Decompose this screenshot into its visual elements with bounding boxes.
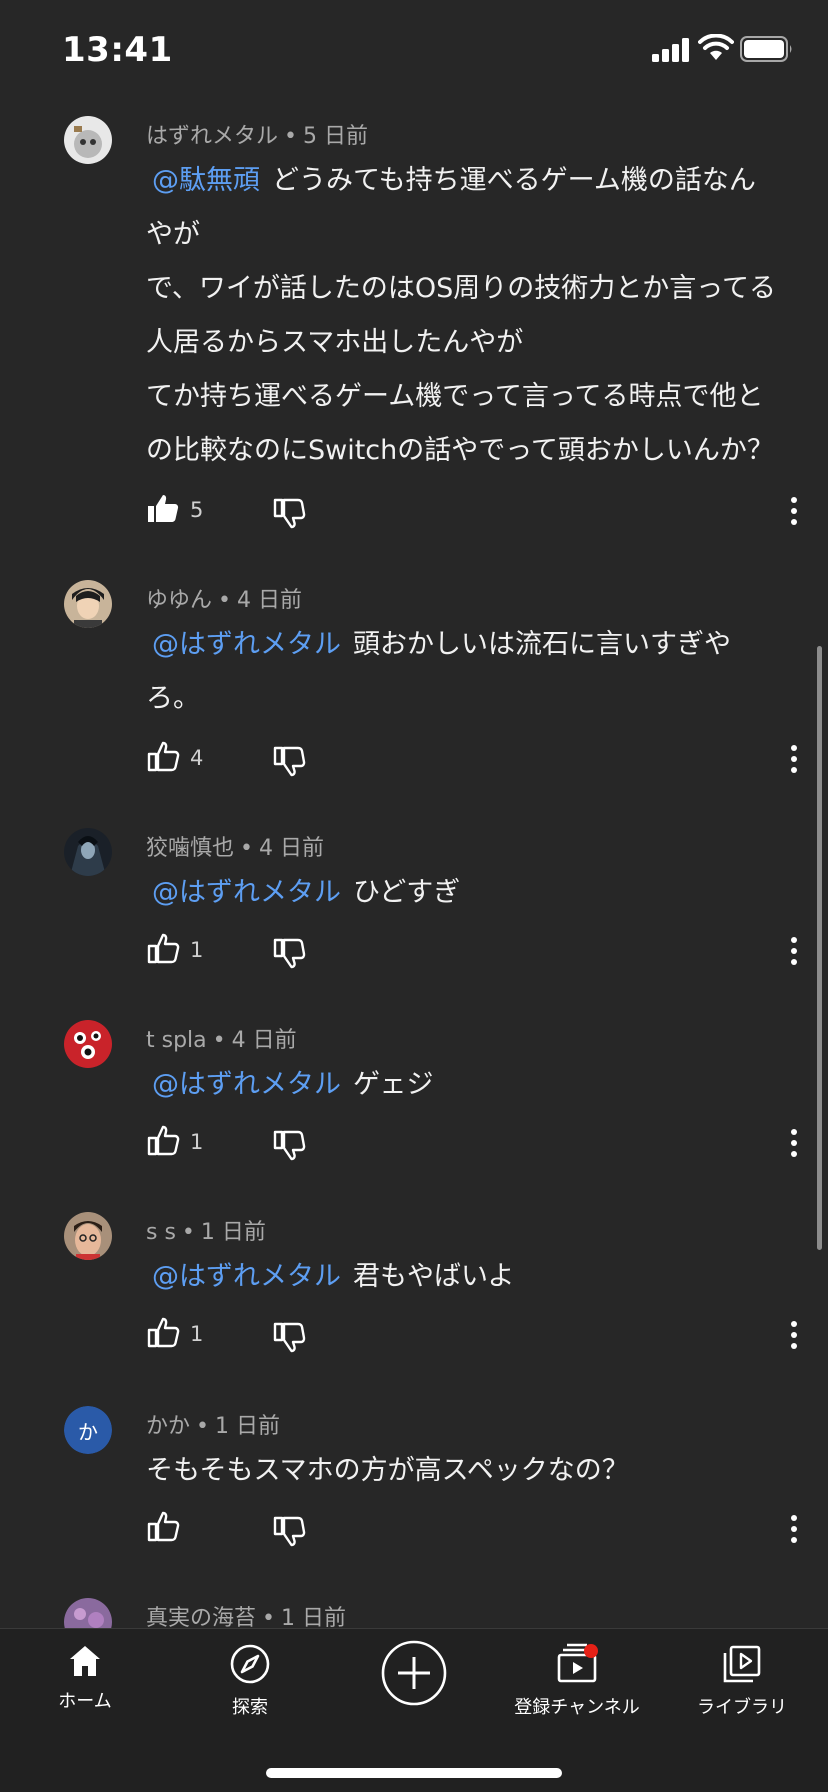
comment-text: @はずれメタル ひどすぎ <box>152 877 461 908</box>
nav-home-label: ホーム <box>58 1691 112 1712</box>
battery-icon <box>740 36 792 62</box>
thumbs-down-icon[interactable] <box>272 1514 306 1548</box>
avatar[interactable] <box>64 116 112 164</box>
mention-link[interactable]: @駄無頑 <box>152 165 260 196</box>
thumbs-down-icon[interactable] <box>272 1128 306 1162</box>
mention-link[interactable]: @はずれメタル <box>152 1261 341 1292</box>
comments-list[interactable]: はずれメタル • 5 日前 @駄無頑 どうみても持ち運べるゲーム機の話なん やが で、… <box>0 100 828 1628</box>
cellular-signal-icon <box>652 38 689 62</box>
thumbs-up-icon[interactable] <box>146 1510 180 1544</box>
like-count: 1 <box>190 1130 204 1154</box>
author-name[interactable]: 真実の海苔 <box>146 1606 256 1628</box>
comment-time: 4 日前 <box>231 1028 297 1053</box>
author-name[interactable]: かか <box>146 1414 190 1439</box>
nav-explore-label: 探索 <box>232 1697 268 1718</box>
comment-actions: 1 <box>146 932 806 972</box>
comment-text: @はずれメタル ゲェジ <box>152 1069 434 1100</box>
more-options-icon[interactable] <box>786 1512 802 1546</box>
more-options-icon[interactable] <box>786 742 802 776</box>
nav-explore[interactable]: 探索 <box>170 1643 330 1733</box>
comment-text: @駄無頑 どうみても持ち運べるゲーム機の話なん やが で、ワイが話したのはOS周り… <box>146 165 776 466</box>
like-count: 1 <box>190 938 204 962</box>
thumbs-up-filled-icon[interactable] <box>146 492 180 526</box>
comment-meta: t spla • 4 日前 <box>146 1028 297 1053</box>
author-name[interactable]: ゆゆん <box>146 588 212 613</box>
nav-subscriptions-label: 登録チャンネル <box>514 1697 640 1718</box>
comment-item: はずれメタル • 5 日前 @駄無頑 どうみても持ち運べるゲーム機の話なん やが で、… <box>0 100 828 560</box>
comment-time: 4 日前 <box>259 836 324 861</box>
home-indicator[interactable] <box>266 1768 562 1778</box>
create-button[interactable] <box>334 1639 494 1729</box>
comment-time: 5 日前 <box>303 124 368 149</box>
like-count: 1 <box>190 1322 204 1346</box>
comment-meta: ゆゆん • 4 日前 <box>146 588 302 613</box>
wifi-icon <box>698 34 734 60</box>
thumbs-down-icon[interactable] <box>272 936 306 970</box>
more-options-icon[interactable] <box>786 934 802 968</box>
comment-actions: 4 <box>146 740 806 780</box>
notification-dot <box>584 1644 598 1658</box>
thumbs-down-icon[interactable] <box>272 496 306 530</box>
comment-text: @はずれメタル 頭おかしいは流石に言いすぎや ろ。 <box>146 629 731 714</box>
compass-icon <box>230 1644 270 1684</box>
more-options-icon[interactable] <box>786 1318 802 1352</box>
avatar[interactable] <box>64 828 112 876</box>
avatar[interactable] <box>64 1020 112 1068</box>
subscriptions-icon <box>557 1643 598 1683</box>
comment-meta: s s • 1 日前 <box>146 1220 266 1245</box>
comment-meta: 真実の海苔 • 1 日前 <box>146 1600 346 1628</box>
comment-item: 真実の海苔 • 1 日前 <box>0 1582 828 1628</box>
add-circle-icon <box>381 1640 447 1706</box>
mention-link[interactable]: @はずれメタル <box>152 629 341 660</box>
comment-meta: 狡噛慎也 • 4 日前 <box>146 836 324 861</box>
avatar[interactable] <box>64 580 112 628</box>
thumbs-down-icon[interactable] <box>272 1320 306 1354</box>
avatar[interactable] <box>64 1598 112 1628</box>
like-count: 4 <box>190 746 204 770</box>
like-count: 5 <box>190 498 204 522</box>
mention-link[interactable]: @はずれメタル <box>152 1069 341 1100</box>
home-icon <box>70 1646 100 1676</box>
comment-actions: 1 <box>146 1316 806 1356</box>
thumbs-up-icon[interactable] <box>146 740 180 774</box>
comment-meta: かか • 1 日前 <box>146 1414 280 1439</box>
library-icon <box>723 1645 761 1683</box>
scrollbar[interactable] <box>817 646 822 1250</box>
comment-actions: 1 <box>146 1124 806 1164</box>
more-options-icon[interactable] <box>786 1126 802 1160</box>
thumbs-up-icon[interactable] <box>146 1124 180 1158</box>
status-time: 13:41 <box>62 30 173 70</box>
nav-library-label: ライブラリ <box>697 1697 787 1718</box>
more-options-icon[interactable] <box>786 494 802 528</box>
comment-item: t spla • 4 日前 @はずれメタル ゲェジ 1 <box>0 1004 828 1192</box>
comment-time: 1 日前 <box>215 1414 280 1439</box>
mention-link[interactable]: @はずれメタル <box>152 877 341 908</box>
comment-item: s s • 1 日前 @はずれメタル 君もやばいよ 1 <box>0 1196 828 1384</box>
comment-item: 狡噛慎也 • 4 日前 @はずれメタル ひどすぎ 1 <box>0 812 828 1000</box>
thumbs-up-icon[interactable] <box>146 1316 180 1350</box>
author-name[interactable]: t spla <box>146 1028 207 1053</box>
comment-time: 4 日前 <box>237 588 302 613</box>
thumbs-down-icon[interactable] <box>272 744 306 778</box>
nav-home[interactable]: ホーム <box>5 1643 165 1733</box>
comment-text: @はずれメタル 君もやばいよ <box>152 1261 515 1292</box>
comment-time: 1 日前 <box>200 1220 266 1245</box>
avatar-initial: か <box>64 1406 112 1454</box>
avatar[interactable]: か <box>64 1406 112 1454</box>
nav-library[interactable]: ライブラリ <box>662 1643 822 1733</box>
author-name[interactable]: 狡噛慎也 <box>146 836 234 861</box>
thumbs-up-icon[interactable] <box>146 932 180 966</box>
avatar[interactable] <box>64 1212 112 1260</box>
comment-actions: 5 <box>146 492 806 532</box>
author-name[interactable]: はずれメタル <box>146 124 278 149</box>
comment-time: 1 日前 <box>281 1606 346 1628</box>
status-bar: 13:41 <box>0 0 828 100</box>
nav-subscriptions[interactable]: 登録チャンネル <box>497 1643 657 1733</box>
comment-item: ゆゆん • 4 日前 @はずれメタル 頭おかしいは流石に言いすぎや ろ。 4 <box>0 564 828 804</box>
comment-meta: はずれメタル • 5 日前 <box>146 124 368 149</box>
comment-actions <box>146 1510 806 1550</box>
comment-text: そもそもスマホの方が高スペックなの？ <box>146 1455 629 1486</box>
comment-item: か かか • 1 日前 そもそもスマホの方が高スペックなの？ <box>0 1390 828 1578</box>
author-name[interactable]: s s <box>146 1220 176 1245</box>
